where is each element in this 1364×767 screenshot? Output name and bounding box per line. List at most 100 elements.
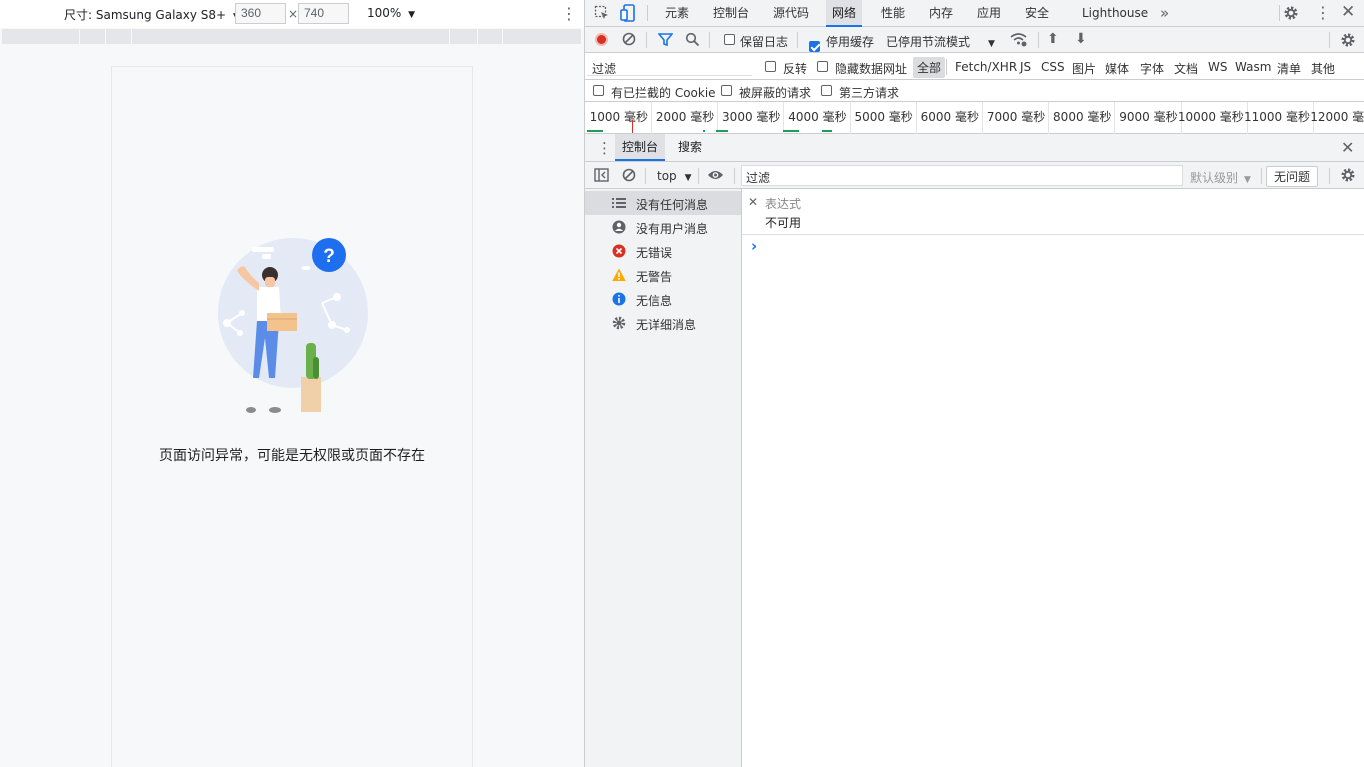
- filter-type-all[interactable]: 全部: [913, 57, 946, 78]
- timeline-gridline: [982, 102, 983, 134]
- timeline-tick-label: 2000 毫秒: [655, 110, 715, 124]
- zoom-select[interactable]: 100% ▼: [367, 6, 415, 20]
- log-levels-select[interactable]: 默认级别 ▼: [1190, 169, 1251, 186]
- filter-input[interactable]: 过滤: [592, 60, 616, 77]
- filter-type-media[interactable]: 媒体: [1105, 60, 1129, 77]
- sidebar-item-all-messages[interactable]: 没有任何消息: [585, 191, 741, 215]
- record-icon[interactable]: [595, 33, 608, 46]
- expression-input[interactable]: 表达式: [765, 195, 801, 212]
- tab-security[interactable]: 安全: [1019, 0, 1055, 27]
- hide-data-urls-checkbox[interactable]: [817, 61, 828, 72]
- clear-console-icon[interactable]: [622, 168, 636, 182]
- network-conditions-icon[interactable]: [1010, 32, 1027, 47]
- settings-gear-icon[interactable]: [1283, 5, 1299, 21]
- clear-icon[interactable]: [622, 32, 636, 46]
- sidebar-item-label: 无信息: [636, 294, 673, 308]
- drawer-menu-icon[interactable]: ⋮: [597, 139, 612, 157]
- blocked-requests-checkbox[interactable]: [721, 85, 732, 96]
- remove-expression-icon[interactable]: ✕: [748, 195, 758, 209]
- device-emulation-area: 尺寸: Samsung Galaxy S8+ ▼ 360 × 740 100% …: [0, 0, 584, 767]
- width-input[interactable]: 360: [235, 3, 286, 24]
- filter-icon[interactable]: [658, 32, 673, 47]
- timeline-gridline: [849, 102, 851, 134]
- more-options-icon[interactable]: ⋮: [561, 4, 577, 23]
- search-icon[interactable]: [685, 32, 700, 47]
- drawer-tab-search[interactable]: 搜索: [678, 134, 702, 161]
- network-settings-icon[interactable]: [1340, 32, 1356, 48]
- filter-type-other[interactable]: 其他: [1311, 60, 1335, 77]
- live-expression-eye-icon[interactable]: [707, 169, 724, 181]
- sidebar-item-warnings[interactable]: 无警告: [585, 263, 741, 287]
- load-marker: [632, 120, 633, 133]
- drawer-tabs: ⋮ 控制台 搜索 ✕: [585, 134, 1364, 162]
- media-query-ruler[interactable]: [2, 29, 582, 44]
- close-drawer-icon[interactable]: ✕: [1341, 138, 1354, 157]
- sidebar-item-user-messages[interactable]: 没有用户消息: [585, 215, 741, 239]
- device-toolbar: 尺寸: Samsung Galaxy S8+ ▼ 360 × 740 100% …: [0, 0, 584, 28]
- tab-memory[interactable]: 内存: [923, 0, 959, 27]
- timeline-gridline: [915, 102, 917, 134]
- times-label: ×: [288, 7, 299, 21]
- console-toolbar: top ▼ 过滤 默认级别 ▼ 无问题: [585, 162, 1364, 189]
- preserve-log-checkbox[interactable]: [724, 34, 735, 45]
- tab-sources[interactable]: 源代码: [767, 0, 815, 27]
- sidebar-item-label: 无错误: [636, 246, 673, 260]
- timeline-tick-label: 3000 毫秒: [722, 110, 781, 124]
- disable-cache-label: 停用缓存: [826, 35, 875, 49]
- issues-button[interactable]: 无问题: [1266, 166, 1319, 187]
- chevron-down-icon: ▼: [1244, 175, 1251, 185]
- filter-type-font[interactable]: 字体: [1140, 60, 1164, 77]
- filter-type-xhr[interactable]: Fetch/XHR: [955, 60, 1017, 74]
- more-tabs-icon[interactable]: »: [1160, 4, 1169, 22]
- filter-type-js[interactable]: JS: [1020, 60, 1031, 74]
- preserve-log-label: 保留日志: [740, 35, 789, 49]
- height-input[interactable]: 740: [298, 3, 349, 24]
- disable-cache-checkbox[interactable]: [809, 41, 820, 52]
- device-select[interactable]: 尺寸: Samsung Galaxy S8+ ▼: [64, 6, 240, 23]
- filter-type-wasm[interactable]: Wasm: [1235, 60, 1271, 74]
- tab-console[interactable]: 控制台: [707, 0, 755, 27]
- sidebar-item-info[interactable]: 无信息: [585, 287, 741, 311]
- filter-type-manifest[interactable]: 清单: [1277, 60, 1301, 77]
- tab-application[interactable]: 应用: [971, 0, 1007, 27]
- export-har-icon[interactable]: ⬇: [1075, 31, 1087, 47]
- third-party-checkbox[interactable]: [821, 85, 832, 96]
- throttling-select[interactable]: 已停用节流模式 ▼: [886, 33, 995, 50]
- tab-lighthouse[interactable]: Lighthouse: [1076, 0, 1154, 27]
- network-overview-timeline[interactable]: 1000 毫秒 2000 毫秒 3000 毫秒 4000 毫秒 5000 毫秒 6000 …: [585, 102, 1364, 134]
- chevron-down-icon: ▼: [684, 173, 692, 183]
- console-prompt-icon[interactable]: ›: [751, 237, 757, 255]
- timeline-tick-label: 7000 毫秒: [986, 110, 1046, 124]
- device-viewport: ? 页面访问异常，可能是无权限或页面不存在: [111, 66, 473, 767]
- more-vert-icon[interactable]: ⋮: [1315, 3, 1331, 22]
- filter-type-doc[interactable]: 文档: [1174, 60, 1198, 77]
- devtools-main-tabs: 元素 控制台 源代码 网络 性能 内存 应用 安全 Lighthouse » ⋮…: [585, 0, 1364, 27]
- sidebar-item-verbose[interactable]: 无详细消息: [585, 311, 741, 335]
- import-har-icon[interactable]: ⬆: [1047, 31, 1059, 47]
- invert-checkbox[interactable]: [765, 61, 776, 72]
- network-filter-row: 过滤 反转 隐藏数据网址 全部 Fetch/XHR JS CSS 图片 媒体 字…: [585, 53, 1364, 80]
- list-icon: [612, 198, 626, 208]
- tab-performance[interactable]: 性能: [875, 0, 911, 27]
- filter-type-css[interactable]: CSS: [1041, 60, 1065, 74]
- console-settings-icon[interactable]: [1340, 167, 1356, 183]
- console-filter-input[interactable]: 过滤: [746, 169, 770, 186]
- drawer-tab-console[interactable]: 控制台: [615, 134, 666, 161]
- console-output: ✕ 表达式 不可用 ›: [742, 189, 1364, 767]
- inspect-element-icon[interactable]: [594, 5, 610, 21]
- filter-type-ws[interactable]: WS: [1208, 60, 1227, 74]
- context-select[interactable]: top ▼: [657, 169, 692, 183]
- console-sidebar: 没有任何消息 没有用户消息 无错误 无警告 无信息 无详细消息: [585, 189, 742, 767]
- blocked-requests-label: 被屏蔽的请求: [739, 86, 812, 100]
- device-toolbar-icon[interactable]: [620, 4, 636, 22]
- tab-network[interactable]: 网络: [826, 0, 863, 27]
- user-icon: [612, 220, 626, 234]
- tab-elements[interactable]: 元素: [659, 0, 695, 27]
- blocked-cookies-checkbox[interactable]: [593, 85, 604, 96]
- network-toolbar: 保留日志 停用缓存 已停用节流模式 ▼ ⬆ ⬇: [585, 27, 1364, 53]
- sidebar-toggle-icon[interactable]: [594, 168, 609, 182]
- blocked-cookies-label: 有已拦截的 Cookie: [611, 86, 716, 100]
- sidebar-item-errors[interactable]: 无错误: [585, 239, 741, 263]
- close-devtools-icon[interactable]: ✕: [1341, 2, 1355, 22]
- filter-type-img[interactable]: 图片: [1072, 60, 1096, 77]
